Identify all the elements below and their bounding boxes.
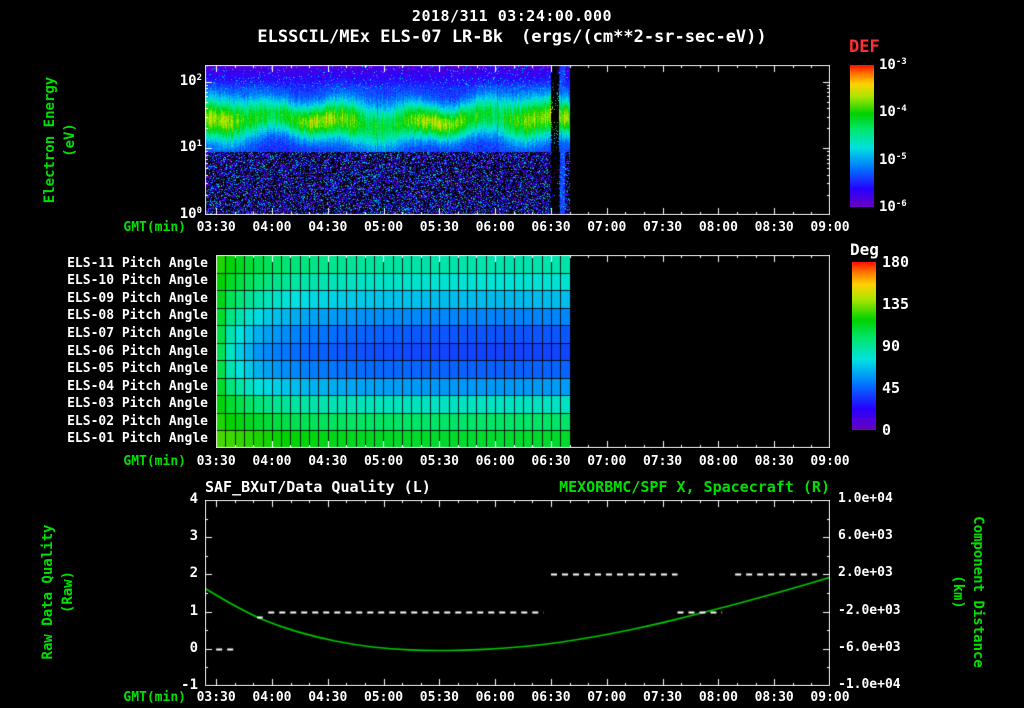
pitch-row-label: ELS-07 Pitch Angle [67, 325, 208, 341]
instrument-name: ELSSCIL/MEx ELS-07 LR-Bk [257, 27, 503, 47]
time-tick-label: 07:00 [587, 454, 627, 469]
distance-tick-label: -6.0e+03 [838, 639, 901, 655]
pitch-row-label: ELS-10 Pitch Angle [67, 273, 208, 289]
time-tick-label: 07:30 [643, 454, 683, 469]
energy-tick-label: 100 [179, 206, 202, 222]
quality-series-title: SAF_BXuT/Data Quality (L) [205, 478, 431, 496]
time-tick-label: 05:30 [419, 220, 459, 235]
spectro-ylabel-line1: Electron Energy [42, 76, 58, 204]
distance-series-title: MEXORBMC/SPF X, Spacecraft (R) [559, 478, 830, 496]
deg-tick-label: 90 [882, 337, 901, 355]
distance-tick-label: -1.0e+04 [838, 677, 901, 692]
time-tick-label: 06:00 [475, 220, 515, 235]
time-tick-label: 06:30 [531, 220, 571, 235]
time-tick-label: 03:30 [196, 454, 236, 469]
quality-y-axis-title: Raw Data Quality (Raw) [38, 482, 78, 702]
time-tick-label: 08:00 [698, 220, 738, 235]
def-tick-label: 10-5 [879, 151, 907, 168]
quality-tick-label: -1 [181, 677, 198, 693]
time-tick-label: 09:00 [810, 220, 850, 235]
spectro-y-axis-title: Electron Energy (eV) [40, 30, 80, 250]
pitch-row-label: ELS-09 Pitch Angle [67, 290, 208, 306]
distance-y-axis-title: Component Distance (km) [948, 482, 988, 702]
distance-ylabel-line1: Component Distance [970, 516, 986, 668]
quality-tick-label: 3 [189, 528, 198, 545]
time-tick-label: 05:00 [363, 454, 404, 469]
quality-tick-label: 1 [189, 602, 198, 619]
flux-units-label: (ergs/(cm**2-sr-sec-eV)) [521, 27, 767, 47]
time-tick-label: 08:30 [754, 454, 794, 469]
def-tick-label: 10-3 [879, 57, 907, 73]
quality-ylabel-line1: Raw Data Quality [40, 524, 56, 660]
deg-tick-label: 180 [882, 253, 910, 271]
time-tick-label: 08:00 [698, 690, 738, 705]
pitch-row-label: ELS-06 Pitch Angle [67, 343, 208, 359]
distance-tick-label: 1.0e+04 [838, 491, 893, 506]
electron-energy-spectrogram-canvas [205, 65, 830, 215]
pitch-row-label: ELS-01 Pitch Angle [67, 431, 208, 447]
energy-tick-label: 101 [179, 139, 202, 156]
pitch-row-label: ELS-04 Pitch Angle [67, 378, 208, 394]
pitch-row-label: ELS-03 Pitch Angle [67, 396, 208, 412]
mex-els-plot-screen: 2018/311 03:24:00.000 ELSSCIL/MEx ELS-07… [0, 0, 1024, 708]
time-tick-label: 05:30 [419, 690, 459, 705]
deg-tick-label: 135 [882, 295, 910, 313]
time-tick-label: 08:30 [754, 220, 794, 235]
time-tick-label: 08:30 [754, 690, 794, 705]
quality-tick-label: 2 [189, 565, 198, 582]
time-tick-label: 05:00 [363, 690, 404, 705]
quality-tick-label: 0 [189, 639, 198, 656]
time-tick-label: 06:30 [531, 690, 571, 705]
deg-tick-label: 45 [882, 379, 901, 397]
spectro-ylabel-line2: (eV) [62, 123, 78, 157]
distance-tick-label: 6.0e+03 [838, 528, 893, 544]
pitch-angle-heatmap-canvas [216, 255, 830, 448]
deg-colorbar-title: Deg [850, 240, 879, 259]
pitch-row-label: ELS-02 Pitch Angle [67, 413, 208, 429]
time-tick-label: 09:00 [810, 454, 850, 469]
quality-distance-plot-canvas [205, 500, 830, 686]
distance-tick-label: -2.0e+03 [838, 602, 901, 618]
time-tick-label: 08:00 [698, 454, 738, 469]
def-colorbar [850, 65, 874, 207]
time-tick-label: 04:00 [252, 454, 292, 469]
energy-tick-label: 102 [179, 72, 202, 89]
time-tick-label: 07:00 [587, 220, 627, 235]
pitch-row-label: ELS-05 Pitch Angle [67, 361, 208, 377]
time-tick-label: 07:30 [643, 690, 683, 705]
quality-ylabel-line2: (Raw) [60, 570, 76, 614]
gmt-axis-label-2: GMT(min) [123, 454, 186, 469]
time-tick-label: 07:00 [587, 690, 627, 705]
def-tick-label: 10-6 [879, 199, 907, 215]
def-colorbar-title: DEF [849, 37, 880, 57]
pitch-row-label: ELS-11 Pitch Angle [67, 255, 208, 271]
distance-ylabel-line2: (km) [950, 575, 966, 609]
time-tick-label: 04:00 [252, 220, 292, 235]
time-tick-label: 04:30 [308, 454, 348, 469]
time-tick-label: 04:00 [252, 690, 292, 705]
time-tick-label: 06:30 [531, 454, 571, 469]
time-tick-label: 04:30 [308, 220, 348, 235]
time-tick-label: 07:30 [643, 220, 683, 235]
time-tick-label: 06:00 [475, 690, 515, 705]
timestamp-title: 2018/311 03:24:00.000 [411, 7, 613, 25]
time-tick-label: 04:30 [308, 690, 348, 705]
def-tick-label: 10-4 [879, 104, 907, 121]
distance-tick-label: 2.0e+03 [838, 565, 893, 581]
quality-tick-label: 4 [189, 491, 198, 507]
pitch-row-label: ELS-08 Pitch Angle [67, 308, 208, 324]
time-tick-label: 05:00 [363, 220, 404, 235]
deg-tick-label: 0 [882, 421, 892, 439]
time-tick-label: 05:30 [419, 454, 459, 469]
time-tick-label: 06:00 [475, 454, 515, 469]
deg-colorbar [852, 262, 876, 430]
